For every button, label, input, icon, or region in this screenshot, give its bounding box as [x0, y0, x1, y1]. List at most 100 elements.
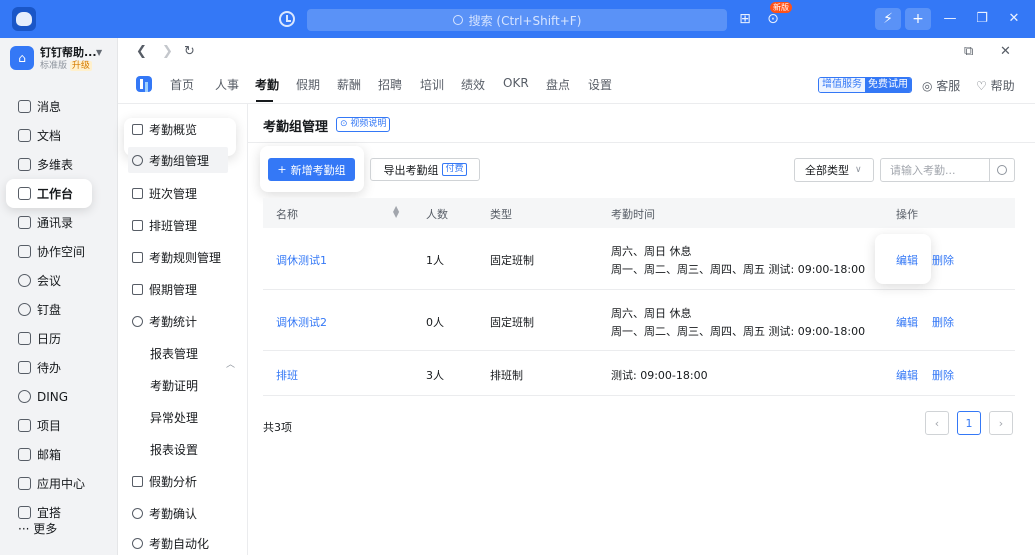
page-title: 考勤组管理 [263, 120, 329, 135]
module-tab-1[interactable]: 人事 [215, 76, 239, 93]
attendance-time-work: 周一、周二、周三、周四、周五 测试: 09:00-18:00 [611, 263, 866, 276]
chevron-up-icon[interactable]: ︿ [226, 357, 235, 370]
magic-wand-button[interactable]: ⚡ [875, 8, 901, 30]
group-name-link[interactable]: 调休测试1 [276, 252, 327, 268]
attendance-search-input[interactable] [880, 158, 990, 182]
delete-link[interactable]: 删除 [932, 252, 954, 268]
group-name-link[interactable]: 排班 [276, 367, 298, 383]
subnav-item-12[interactable]: 考勤确认 [132, 505, 197, 522]
subnav-label: 考勤确认 [149, 507, 198, 521]
subnav-item-8[interactable]: 考勤证明 [150, 377, 198, 394]
workspace-icon [18, 245, 31, 258]
app-nav-item-6[interactable]: 会议 [0, 266, 118, 295]
group-type: 固定班制 [490, 315, 534, 329]
app-nav-item-4[interactable]: 通讯录 [0, 208, 118, 237]
module-tab-4[interactable]: 薪酬 [337, 76, 361, 93]
attendance-time-work: 周一、周二、周三、周四、周五 测试: 09:00-18:00 [611, 324, 866, 338]
module-tab-2[interactable]: 考勤 [255, 76, 279, 93]
edit-link[interactable]: 编辑 [896, 252, 918, 268]
app-nav-item-2[interactable]: 多维表 [0, 150, 118, 179]
app-nav-item-1[interactable]: 文档 [0, 121, 118, 150]
back-icon[interactable]: ❮ [136, 44, 147, 59]
app-nav-label: 通讯录 [37, 216, 74, 230]
search-button[interactable] [989, 158, 1015, 182]
app-nav-item-11[interactable]: 项目 [0, 411, 118, 440]
member-count: 1人 [426, 254, 444, 267]
export-attendance-group-button[interactable]: 导出考勤组 付费 [370, 158, 480, 181]
forward-icon[interactable]: ❯ [162, 44, 173, 59]
type-filter-select[interactable]: 全部类型 ∨ [794, 158, 874, 182]
app-nav-label: DING [37, 389, 69, 404]
module-tab-7[interactable]: 绩效 [461, 76, 485, 93]
app-nav-item-3[interactable]: 工作台 [6, 179, 92, 208]
add-attendance-group-button[interactable]: + 新增考勤组 [268, 158, 355, 181]
app-nav-item-0[interactable]: 消息 [0, 92, 118, 121]
dingtalk-logo-icon[interactable] [12, 7, 36, 31]
edit-link[interactable]: 编辑 [896, 367, 918, 383]
subnav-item-6[interactable]: 考勤统计 [132, 313, 197, 330]
app-nav-label: 邮箱 [37, 448, 62, 462]
refresh-icon[interactable]: ↻ [184, 44, 195, 59]
module-tab-10[interactable]: 设置 [588, 76, 612, 93]
more-button[interactable]: ··· 更多 [18, 520, 57, 537]
subnav-item-10[interactable]: 报表设置 [150, 441, 198, 458]
subnav-item-0[interactable]: 考勤概览 [132, 121, 197, 138]
upgrade-link[interactable]: 升级 [69, 61, 92, 71]
add-button[interactable]: + [905, 8, 931, 30]
subnav-item-3[interactable]: 排班管理 [132, 217, 197, 234]
subnav-item-5[interactable]: 假期管理 [132, 281, 197, 298]
subnav-label: 假期管理 [149, 283, 198, 297]
module-tab-6[interactable]: 培训 [420, 76, 444, 93]
app-nav-label: 项目 [37, 419, 62, 433]
edit-link[interactable]: 编辑 [896, 314, 918, 330]
subnav-item-2[interactable]: 班次管理 [132, 185, 197, 202]
next-page-button[interactable]: › [989, 411, 1013, 435]
close-tab-icon[interactable]: ✕ [1000, 44, 1011, 59]
calendar-icon [18, 332, 31, 345]
delete-link[interactable]: 删除 [932, 314, 954, 330]
delete-link[interactable]: 删除 [932, 367, 954, 383]
minimize-icon[interactable]: — [940, 9, 960, 29]
module-tab-0[interactable]: 首页 [170, 76, 194, 93]
apps-grid-icon[interactable]: ⊞ [736, 10, 754, 28]
module-tab-5[interactable]: 招聘 [378, 76, 402, 93]
customer-service-link[interactable]: ◎ 客服 [922, 77, 960, 94]
subnav-label: 排班管理 [149, 219, 198, 233]
sort-icon[interactable]: ▲ ▼ [393, 205, 399, 219]
group-name-link[interactable]: 调休测试2 [276, 314, 327, 330]
restore-icon[interactable]: ❐ [972, 9, 992, 29]
history-icon[interactable] [279, 11, 295, 27]
video-guide-link[interactable]: ⊙ 视频说明 [336, 117, 391, 132]
subnav-label: 异常处理 [150, 411, 199, 425]
table-row: 排班 3人 排班制 测试: 09:00-18:00 编辑 删除 [263, 351, 1015, 396]
app-nav-label: 消息 [37, 100, 62, 114]
app-nav-item-7[interactable]: 钉盘 [0, 295, 118, 324]
app-nav-item-8[interactable]: 日历 [0, 324, 118, 353]
app-nav-item-9[interactable]: 待办 [0, 353, 118, 382]
app-nav-item-5[interactable]: 协作空间 [0, 237, 118, 266]
subnav-item-1[interactable]: 考勤组管理 [128, 147, 228, 173]
value-added-services[interactable]: 增值服务 免费试用 [818, 77, 912, 93]
app-sidebar: ⌂ 钉钉帮助... 标准版 升级 ▼ 消息文档 多维表 工作台通讯录协作空间 会议 钉盘… [0, 38, 118, 555]
caret-down-icon: ▼ [96, 48, 103, 57]
org-switcher[interactable]: ⌂ 钉钉帮助... 标准版 升级 ▼ [10, 46, 102, 72]
app-nav-item-13[interactable]: 应用中心 [0, 469, 118, 498]
module-tab-9[interactable]: 盘点 [546, 76, 570, 93]
subnav-item-4[interactable]: 考勤规则管理 [132, 249, 221, 266]
org-avatar: ⌂ [10, 46, 34, 70]
module-tab-8[interactable]: OKR [503, 76, 529, 90]
page-1-button[interactable]: 1 [957, 411, 981, 435]
module-tab-3[interactable]: 假期 [296, 76, 320, 93]
subnav-item-7[interactable]: 报表管理 [150, 345, 198, 362]
subnav-item-13[interactable]: 考勤自动化 [132, 535, 209, 552]
help-link[interactable]: ♡ 帮助 [976, 77, 1015, 94]
close-icon[interactable]: ✕ [1004, 9, 1024, 29]
shift-icon [132, 188, 143, 199]
subnav-item-11[interactable]: 假勤分析 [132, 473, 197, 490]
subnav-item-9[interactable]: 异常处理 [150, 409, 198, 426]
global-search[interactable]: 搜索 (Ctrl+Shift+F) [307, 9, 727, 31]
app-nav-item-10[interactable]: DING [0, 382, 118, 411]
app-nav-item-12[interactable]: 邮箱 [0, 440, 118, 469]
open-external-icon[interactable]: ⧉ [964, 44, 973, 59]
prev-page-button[interactable]: ‹ [925, 411, 949, 435]
